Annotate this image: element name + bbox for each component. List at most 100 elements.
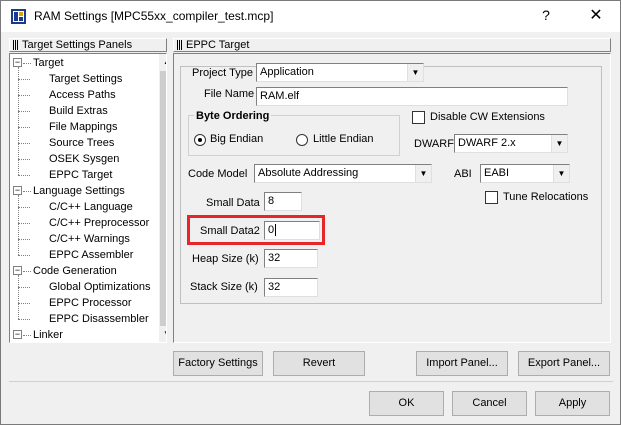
tree-connector [23,335,31,336]
tree-panel-header: Target Settings Panels [9,38,167,52]
chevron-down-icon: ▼ [553,165,569,182]
scrollbar-thumb[interactable] [160,71,166,333]
tree-connector [23,271,31,272]
expander-icon[interactable]: − [13,266,22,275]
abi-label: ABI [454,168,472,180]
tune-relocations-label[interactable]: Tune Relocations [503,191,588,203]
tree-connector [18,79,30,80]
tree-connector [18,95,30,96]
tree-item[interactable]: OSEK Sysgen [49,151,119,167]
scroll-down-button[interactable]: ▼ [159,326,166,342]
tree-item[interactable]: EPPC Disassembler [49,311,149,327]
project-type-select[interactable]: Application ▼ [256,63,424,82]
tree-connector [18,319,30,320]
expander-icon[interactable]: − [13,58,22,67]
chevron-down-icon: ▼ [551,135,567,152]
apply-button[interactable]: Apply [535,391,610,416]
tree-item[interactable]: Global Optimizations [49,279,151,295]
big-endian-radio[interactable] [194,134,206,146]
stack-size-input[interactable]: 32 [264,278,318,297]
tree-item[interactable]: Target [33,55,64,71]
tree-item[interactable]: C/C++ Warnings [49,231,130,247]
expander-icon[interactable]: − [13,330,22,339]
heap-size-input[interactable]: 32 [264,249,318,268]
tree-item[interactable]: Linker [33,327,63,342]
import-panel-button[interactable]: Import Panel... [416,351,508,376]
tree-item[interactable]: Source Trees [49,135,114,151]
chevron-down-icon: ▼ [415,165,431,182]
big-endian-label[interactable]: Big Endian [210,133,263,145]
tree-connector [18,143,30,144]
eppc-target-panel: Project Type Application ▼ File Name RAM… [173,53,611,343]
abi-select[interactable]: EABI ▼ [480,164,570,183]
file-name-input[interactable]: RAM.elf [256,87,568,106]
tune-relocations-checkbox[interactable] [485,191,498,204]
ok-button[interactable]: OK [369,391,444,416]
file-name-label: File Name [204,88,255,100]
tree-connector [18,255,30,256]
expander-icon[interactable]: − [13,186,22,195]
tree-connector [23,63,31,64]
tree-item[interactable]: Build Extras [49,103,108,119]
tree-guide-line [18,67,19,175]
tree-connector [18,159,30,160]
byte-ordering-title: Byte Ordering [194,110,272,122]
disable-cw-extensions-checkbox[interactable] [412,111,425,124]
tree-item[interactable]: C/C++ Language [49,199,133,215]
code-model-value: Absolute Addressing [258,167,359,179]
stack-size-label: Stack Size (k) [190,281,258,293]
tree-item[interactable]: C/C++ Preprocessor [49,215,149,231]
grip-icon [177,40,182,50]
scroll-up-button[interactable]: ▲ [159,54,166,70]
tree-item[interactable]: Access Paths [49,87,116,103]
small-data-label: Small Data [206,197,260,209]
little-endian-label[interactable]: Little Endian [313,133,374,145]
window-title: RAM Settings [MPC55xx_compiler_test.mcp] [34,9,274,23]
tree-item[interactable]: EPPC Target [49,167,112,183]
tree-connector [18,303,30,304]
ram-settings-dialog: RAM Settings [MPC55xx_compiler_test.mcp]… [0,0,621,425]
tree-scrollbar[interactable]: ▲ ▼ [159,54,166,342]
little-endian-radio[interactable] [296,134,308,146]
heap-size-label: Heap Size (k) [192,253,259,265]
tree-connector [18,223,30,224]
tree-connector [23,191,31,192]
dwarf-select[interactable]: DWARF 2.x ▼ [454,134,568,153]
small-data-input[interactable]: 8 [264,192,302,211]
close-button[interactable]: ✕ [581,5,611,27]
codewarrior-app-icon [11,9,26,24]
small-data2-highlight [187,215,325,245]
separator [9,381,613,382]
dwarf-value: DWARF 2.x [458,137,516,149]
tree-connector [18,127,30,128]
content-panel-title: EPPC Target [186,39,250,51]
title-bar: RAM Settings [MPC55xx_compiler_test.mcp]… [1,1,620,32]
tree-item[interactable]: EPPC Processor [49,295,132,311]
project-type-value: Application [260,66,314,78]
revert-button[interactable]: Revert [273,351,365,376]
tree-item[interactable]: File Mappings [49,119,117,135]
abi-value: EABI [484,167,510,179]
tree-guide-line [18,195,19,255]
code-model-label: Code Model [188,168,248,180]
tree-item[interactable]: EPPC Assembler [49,247,133,263]
export-panel-button[interactable]: Export Panel... [518,351,610,376]
project-type-label: Project Type [192,67,253,79]
dwarf-label: DWARF [414,138,454,150]
tree-connector [18,207,30,208]
grip-icon [13,40,18,50]
factory-settings-button[interactable]: Factory Settings [173,351,263,376]
code-model-select[interactable]: Absolute Addressing ▼ [254,164,432,183]
disable-cw-extensions-label[interactable]: Disable CW Extensions [430,111,545,123]
tree-item[interactable]: Target Settings [49,71,122,87]
cancel-button[interactable]: Cancel [452,391,527,416]
tree-item[interactable]: Language Settings [33,183,125,199]
help-button[interactable]: ? [531,7,561,27]
chevron-down-icon: ▼ [407,64,423,81]
tree-connector [18,239,30,240]
tree-item[interactable]: Code Generation [33,263,117,279]
tree-panel-title: Target Settings Panels [22,39,133,51]
settings-tree[interactable]: ▲ ▼ − TargetTarget SettingsAccess PathsBu… [9,53,167,343]
tree-connector [18,111,30,112]
tree-connector [18,175,30,176]
